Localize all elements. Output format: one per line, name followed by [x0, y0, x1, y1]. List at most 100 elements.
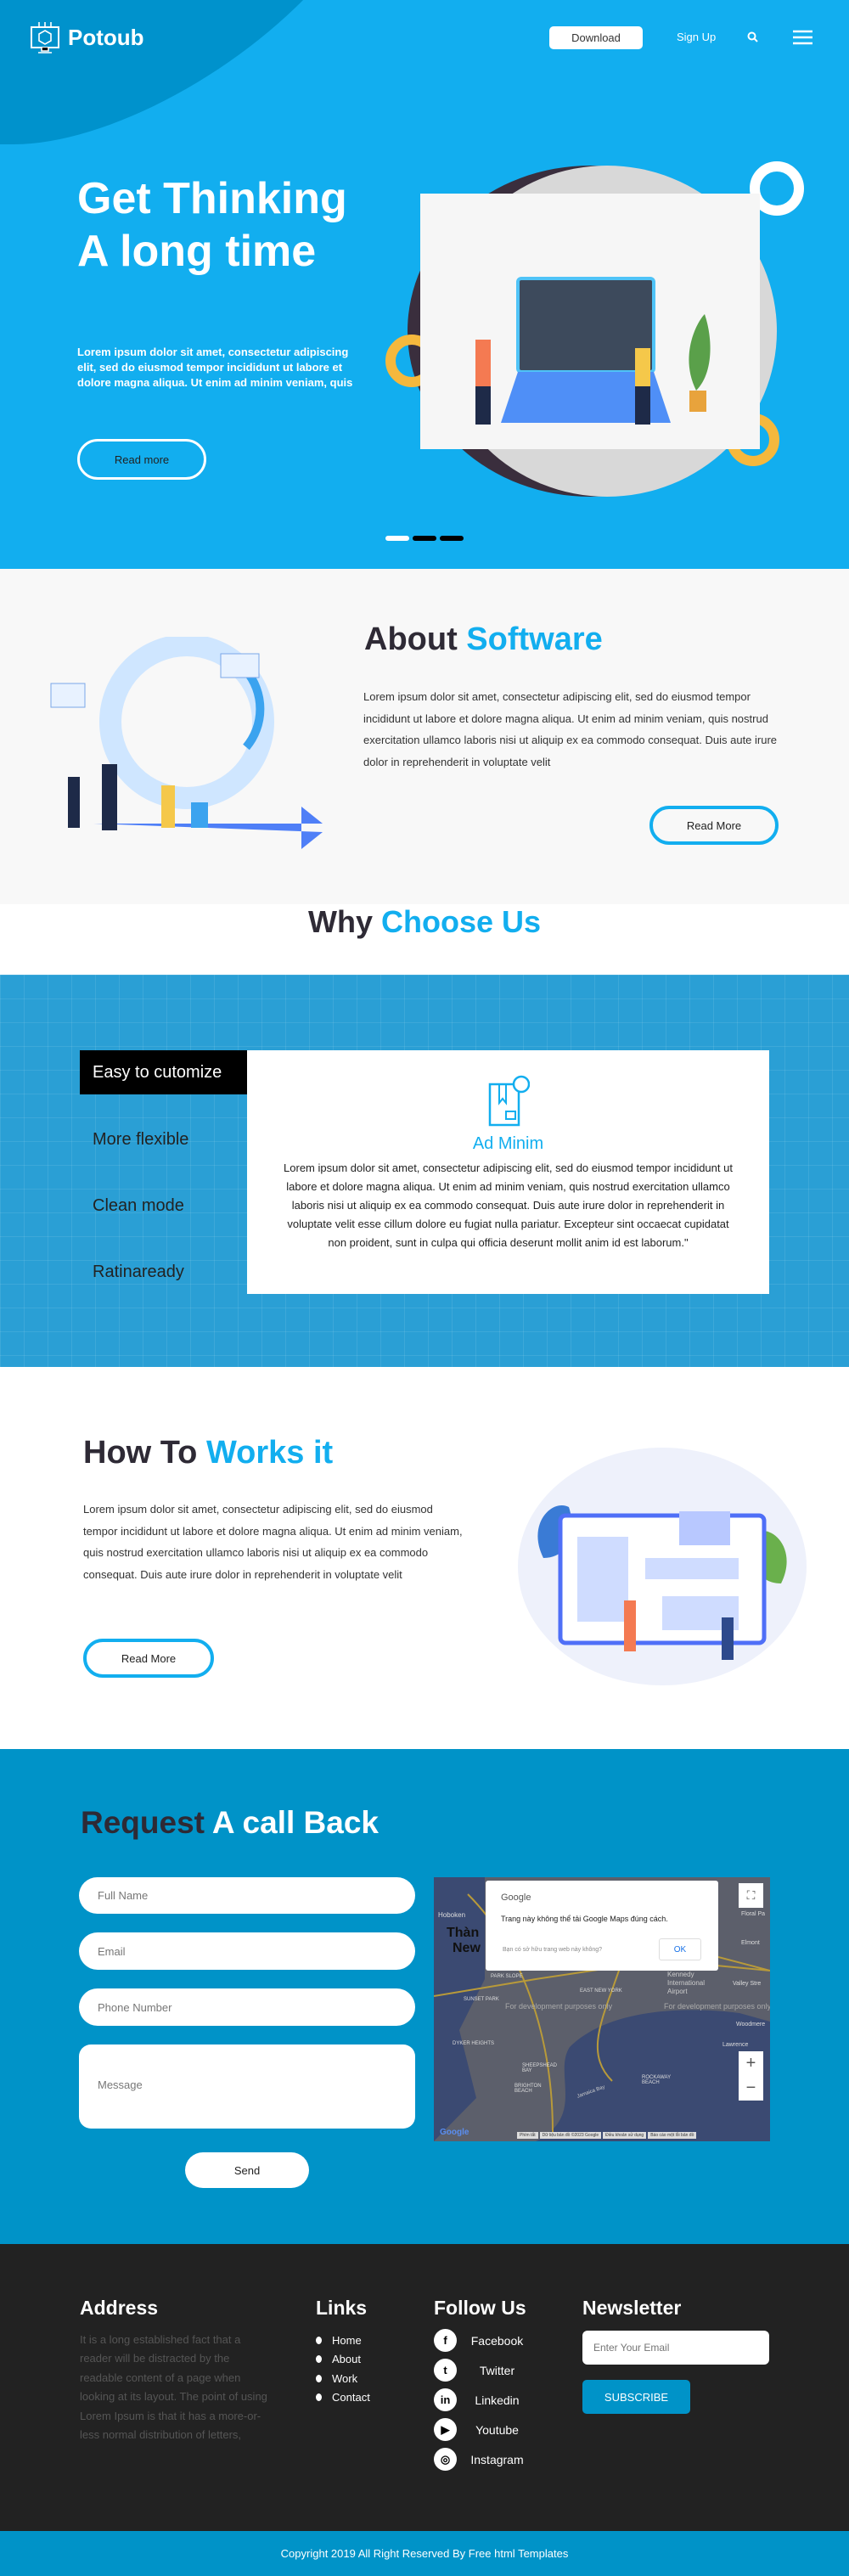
how-title-a: How To [83, 1435, 198, 1471]
footer: Address It is a long established fact th… [0, 2244, 849, 2531]
facebook-icon: f [434, 2329, 457, 2352]
footer-link-contact[interactable]: Contact [316, 2391, 370, 2404]
feature-tab-clean-mode[interactable]: Clean mode [80, 1184, 247, 1228]
fullscreen-icon[interactable]: ⛶ [739, 1883, 763, 1908]
newsletter-email-input[interactable] [582, 2331, 769, 2365]
address-title: Address [80, 2297, 159, 2319]
how-title: How To Works it [83, 1435, 333, 1471]
full-name-input[interactable] [79, 1877, 415, 1914]
map-ok-button[interactable]: OK [659, 1938, 701, 1960]
map-label: DYKER HEIGHTS [453, 2041, 495, 2046]
copyright-bar: Copyright 2019 All Right Reserved By Fre… [0, 2531, 849, 2576]
download-button[interactable]: Download [549, 26, 643, 49]
instagram-icon: ◎ [434, 2448, 457, 2471]
map-label: EAST NEW YORK [580, 1988, 622, 1994]
phone-input[interactable] [79, 1988, 415, 2026]
request-title-b: A call Back [211, 1805, 379, 1840]
bullet-icon [316, 2337, 322, 2344]
about-read-more-button[interactable]: Read More [649, 806, 779, 845]
social-linkedin[interactable]: in Linkedin [434, 2388, 537, 2411]
hamburger-menu-icon[interactable] [793, 30, 812, 45]
address-text: It is a long established fact that a rea… [80, 2333, 267, 2442]
hero-read-more-button[interactable]: Read more [77, 439, 206, 480]
request-title: Request A call Back [81, 1805, 379, 1841]
feature-card-title: Ad Minim [472, 1134, 544, 1153]
feature-tab-more-flexible[interactable]: More flexible [80, 1117, 247, 1161]
map-label: Hoboken [438, 1911, 466, 1919]
message-textarea[interactable] [79, 2044, 415, 2129]
sign-up-link[interactable]: Sign Up [677, 31, 716, 43]
map-footer-link[interactable]: Dữ liệu bản đồ ©2023 Google [539, 2132, 602, 2139]
why-title-a: Why [307, 904, 373, 939]
map-footer-link[interactable]: Điều khoản sử dụng [603, 2132, 647, 2139]
newsletter-title: Newsletter [582, 2297, 682, 2319]
map-error-title: Trang này không thể tải Google Maps đúng… [501, 1915, 668, 1923]
brand-logo[interactable]: Potoub [29, 20, 144, 54]
social-youtube[interactable]: ▶ Youtube [434, 2418, 537, 2441]
features-section: Easy to cutomize More flexible Clean mod… [0, 975, 849, 1367]
follow-us-title: Follow Us [434, 2297, 526, 2319]
social-label: Instagram [470, 2452, 524, 2466]
map-footer-link[interactable]: Phím tắt [517, 2132, 538, 2139]
map-label: Kennedy International Airport [667, 1971, 706, 1995]
google-map-logo: Google [440, 2128, 469, 2137]
slider-dots [385, 536, 464, 541]
footer-link-home[interactable]: Home [316, 2334, 362, 2347]
about-title-a: About [364, 622, 458, 657]
linkedin-icon: in [434, 2388, 457, 2411]
map-watermark: For development purposes only [664, 2002, 770, 2011]
footer-link-work[interactable]: Work [316, 2372, 357, 2385]
map-footer-link[interactable]: Báo cáo một lỗi bản đồ [648, 2132, 697, 2139]
zoom-out-button[interactable]: − [739, 2076, 763, 2101]
feature-card-text: Lorem ipsum dolor sit amet, consectetur … [284, 1161, 733, 1249]
map-footer-links: Phím tắt Dữ liệu bản đồ ©2023 Google Điề… [517, 2132, 697, 2139]
links-title: Links [316, 2297, 368, 2319]
map-label: Thàn [447, 1926, 480, 1940]
brand-name: Potoub [68, 24, 144, 50]
bullet-icon [316, 2355, 322, 2363]
slider-dot[interactable] [440, 536, 464, 541]
bullet-icon [316, 2393, 322, 2401]
monitor-cube-icon [31, 22, 59, 53]
search-icon[interactable] [747, 31, 758, 42]
map-label: Woodmere [736, 2022, 766, 2028]
social-instagram[interactable]: ◎ Instagram [434, 2448, 537, 2471]
why-title: Why Choose Us [0, 904, 849, 940]
map-label: ROCKAWAY BEACH [642, 2075, 672, 2085]
social-twitter[interactable]: t Twitter [434, 2359, 537, 2382]
twitter-icon: t [434, 2359, 457, 2382]
slider-dot[interactable] [413, 536, 436, 541]
email-input[interactable] [79, 1932, 415, 1970]
slider-dot[interactable] [385, 536, 409, 541]
hero-section: Potoub Download Sign Up Get Thinking A l… [0, 0, 849, 569]
map-label: SHEEPSHEAD BAY [522, 2063, 558, 2073]
google-map[interactable]: Hoboken Thàn New Floral Pa Elmont PARK S… [434, 1877, 770, 2141]
map-label: New [453, 1941, 481, 1955]
send-button[interactable]: Send [185, 2152, 309, 2188]
social-label: Facebook [470, 2333, 524, 2348]
about-section: About Software Lorem ipsum dolor sit ame… [0, 569, 849, 904]
how-illustration [518, 1448, 807, 1685]
google-logo-text: Google [501, 1893, 531, 1903]
zoom-in-button[interactable]: + [739, 2051, 763, 2076]
footer-link-about[interactable]: About [316, 2353, 361, 2365]
feature-card: Ad Minim Lorem ipsum dolor sit amet, con… [247, 1050, 769, 1294]
feature-tab-retina-ready[interactable]: Ratinaready [80, 1250, 247, 1294]
why-title-b: Choose Us [380, 904, 542, 939]
feature-tab-easy-to-customize[interactable]: Easy to cutomize [80, 1050, 247, 1094]
how-title-b: Works it [205, 1435, 334, 1471]
how-read-more-button[interactable]: Read More [83, 1639, 214, 1678]
hero-title: Get Thinking A long time [77, 174, 347, 276]
link-label: About [332, 2353, 361, 2365]
package-return-icon [488, 1075, 530, 1127]
how-text: Lorem ipsum dolor sit amet, consectetur … [83, 1503, 463, 1581]
social-label: Linkedin [475, 2393, 520, 2407]
social-label: Youtube [475, 2422, 519, 2437]
about-text: Lorem ipsum dolor sit amet, consectetur … [363, 690, 778, 768]
map-label: Elmont [741, 1940, 760, 1946]
link-label: Home [332, 2334, 362, 2347]
subscribe-button[interactable]: SUBSCRIBE [582, 2380, 690, 2414]
map-error-dialog: Google Trang này không thể tải Google Ma… [486, 1881, 718, 1971]
about-title: About Software [364, 622, 603, 658]
social-facebook[interactable]: f Facebook [434, 2329, 537, 2352]
